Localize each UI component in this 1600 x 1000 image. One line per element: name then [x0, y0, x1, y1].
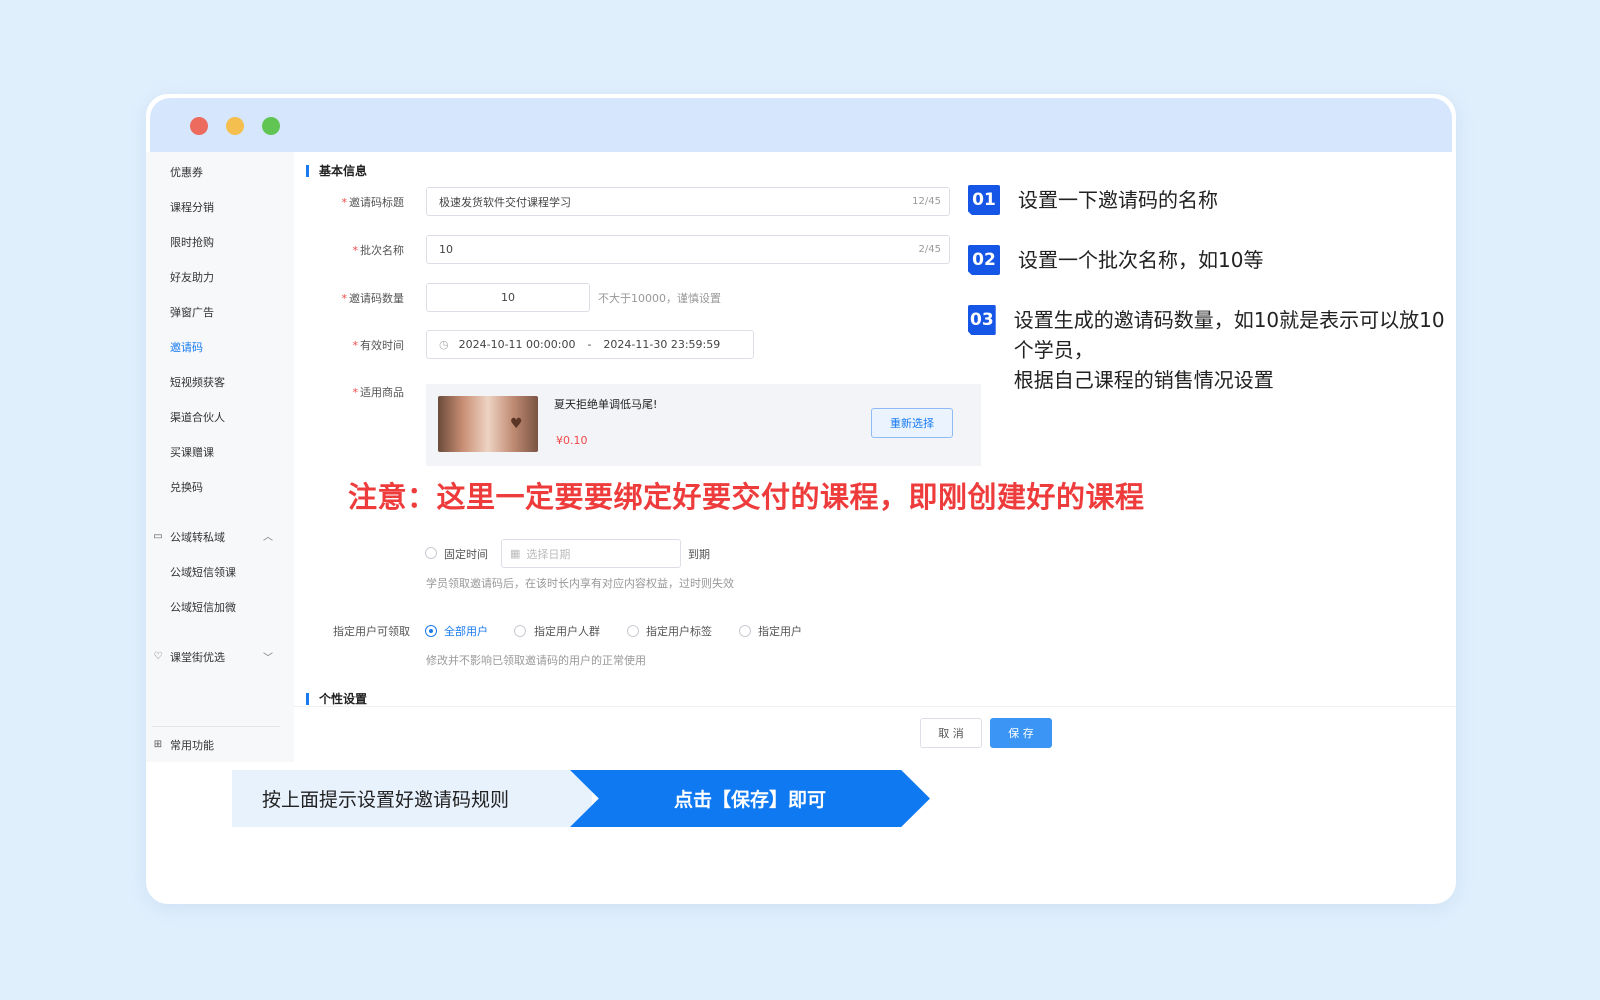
- step-3: 03 设置生成的邀请码数量，如10就是表示可以放10个学员， 根据自己课程的销售…: [968, 305, 1456, 395]
- product-image: ♥: [438, 396, 538, 452]
- qty-hint: 不大于10000，谨慎设置: [598, 292, 721, 305]
- step-2: 02 设置一个批次名称，如10等: [968, 245, 1263, 275]
- title-count: 12/45: [912, 196, 941, 207]
- step-text-line1: 设置生成的邀请码数量，如10就是表示可以放10个学员，: [1013, 308, 1445, 362]
- specific-user-radio[interactable]: [739, 625, 751, 637]
- notice-text: 注意：这里一定要要绑定好要交付的课程，即刚创建好的课程: [348, 480, 1145, 514]
- section-title: 个性设置: [319, 692, 368, 706]
- product-name: 夏天拒绝单调低马尾!: [554, 398, 658, 411]
- batch-count: 2/45: [918, 244, 941, 255]
- specific-user-label: 指定用户: [758, 625, 802, 638]
- step-text: 设置生成的邀请码数量，如10就是表示可以放10个学员， 根据自己课程的销售情况设…: [1014, 305, 1456, 395]
- step-text-line2: 根据自己课程的销售情况设置: [1013, 368, 1274, 392]
- section-title: 基本信息: [319, 164, 368, 178]
- section-bar: [306, 164, 309, 177]
- user-hint: 修改并不影响已领取邀请码的用户的正常使用: [426, 654, 646, 667]
- date-picker[interactable]: ▦ 选择日期: [501, 539, 681, 568]
- date-placeholder: 选择日期: [526, 547, 571, 561]
- clock-icon: ◷: [439, 338, 449, 351]
- all-users-label: 全部用户: [444, 625, 488, 638]
- title-value: 极速发货软件交付课程学习: [439, 195, 571, 209]
- qty-input[interactable]: 10: [426, 283, 590, 312]
- user-label: 指定用户可领取: [333, 625, 410, 638]
- section-basic-info: 基本信息: [306, 162, 367, 179]
- time-range-picker[interactable]: ◷ 2024-10-11 00:00:00 - 2024-11-30 23:59…: [426, 330, 754, 359]
- fixed-time-radio[interactable]: [425, 547, 437, 559]
- reselect-button[interactable]: 重新选择: [871, 408, 953, 438]
- user-group-radio[interactable]: [514, 625, 526, 637]
- step-1: 01 设置一下邀请码的名称: [968, 185, 1218, 215]
- batch-value: 10: [439, 243, 453, 256]
- time-start: 2024-10-11 00:00:00: [458, 338, 576, 351]
- section-bar: [306, 692, 309, 705]
- product-card: ♥ 夏天拒绝单调低马尾! ¥0.10 重新选择: [426, 384, 981, 466]
- batch-input[interactable]: 10 2/45: [426, 235, 950, 264]
- expire-suffix: 到期: [688, 548, 710, 561]
- cancel-button[interactable]: 取 消: [920, 718, 982, 748]
- app-window: 优惠券 课程分销 限时抢购 好友助力 弹窗广告 邀请码 短视频获客 渠道合伙人 …: [146, 94, 1456, 904]
- step-text: 设置一下邀请码的名称: [1018, 188, 1218, 212]
- time-label: * 有效时间: [352, 339, 405, 352]
- title-input[interactable]: 极速发货软件交付课程学习 12/45: [426, 187, 950, 216]
- user-group-label: 指定用户人群: [534, 625, 600, 638]
- step-badge: 02: [968, 245, 1000, 275]
- save-button[interactable]: 保 存: [990, 718, 1052, 748]
- step-badge: 01: [968, 185, 1000, 215]
- fixed-time-label: 固定时间: [444, 548, 488, 561]
- step-text: 设置一个批次名称，如10等: [1018, 248, 1264, 272]
- heart-icon: ♥: [510, 416, 523, 432]
- title-label: * 邀请码标题: [341, 196, 405, 209]
- qty-value: 10: [501, 291, 515, 304]
- batch-label: * 批次名称: [352, 244, 405, 257]
- calendar-icon: ▦: [510, 547, 521, 560]
- section-personal: 个性设置: [306, 690, 367, 707]
- product-price: ¥0.10: [556, 434, 588, 447]
- time-separator: -: [587, 338, 592, 351]
- step-badge: 03: [968, 305, 996, 335]
- validity-hint: 学员领取邀请码后，在该时长内享有对应内容权益，过时则失效: [426, 577, 734, 590]
- time-end: 2024-11-30 23:59:59: [603, 338, 721, 351]
- banner-instruction: 按上面提示设置好邀请码规则: [232, 770, 592, 827]
- user-tag-label: 指定用户标签: [646, 625, 712, 638]
- banner-action: 点击【保存】即可: [570, 770, 930, 827]
- goods-label: * 适用商品: [352, 386, 405, 399]
- qty-label: * 邀请码数量: [341, 292, 405, 305]
- all-users-radio[interactable]: [425, 625, 437, 637]
- footer-divider: [294, 706, 1456, 707]
- user-tag-radio[interactable]: [627, 625, 639, 637]
